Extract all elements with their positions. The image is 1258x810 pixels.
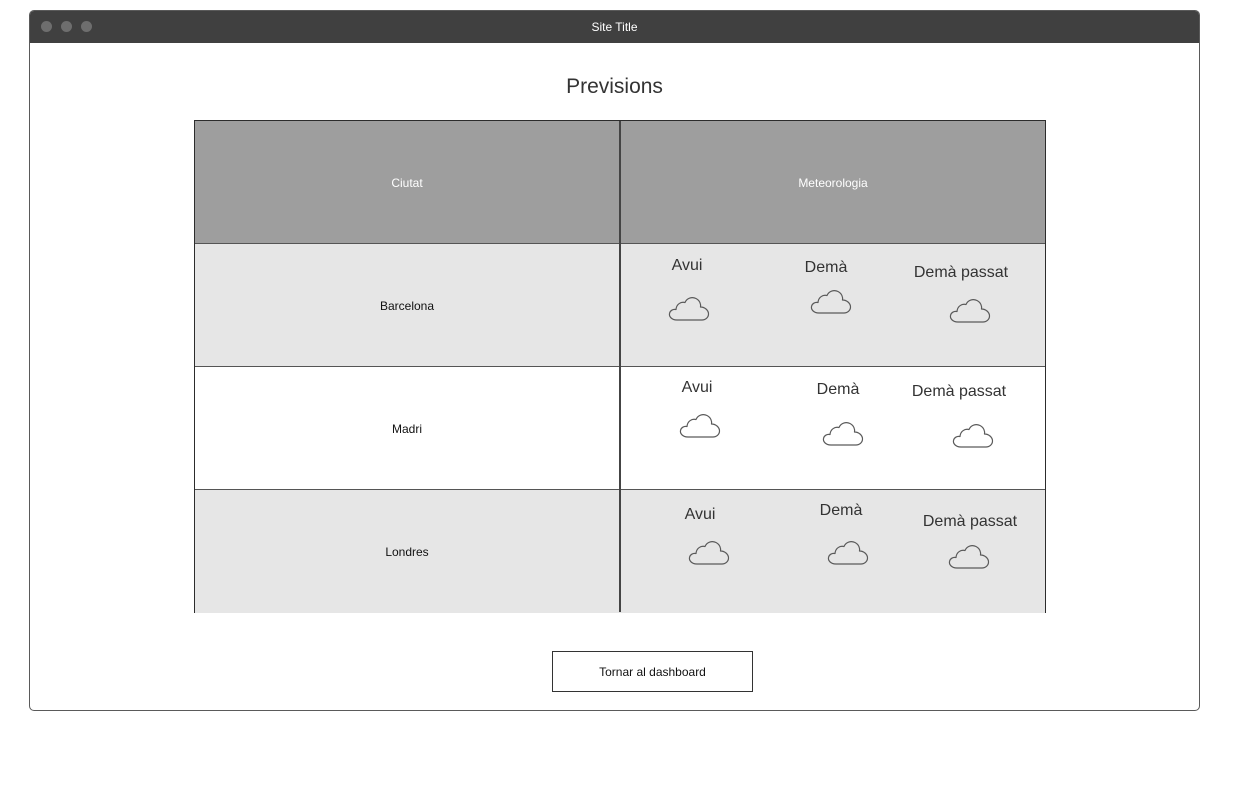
forecast-day: Demà passat bbox=[910, 513, 1030, 583]
cloud-icon bbox=[810, 288, 852, 316]
forecast-day: Demà bbox=[778, 381, 898, 451]
day-label: Avui bbox=[684, 506, 716, 523]
forecast-day: Avui bbox=[637, 379, 757, 449]
day-label: Avui bbox=[671, 257, 703, 274]
window-titlebar: Site Title bbox=[30, 11, 1199, 43]
forecast-day: Avui bbox=[640, 506, 760, 576]
day-label: Demà passat bbox=[922, 513, 1018, 530]
forecast-day: Demà bbox=[781, 502, 901, 572]
window-controls bbox=[41, 21, 92, 32]
cloud-icon bbox=[822, 420, 864, 448]
maximize-window-icon[interactable] bbox=[81, 21, 92, 32]
window-title: Site Title bbox=[591, 20, 638, 34]
minimize-window-icon[interactable] bbox=[61, 21, 72, 32]
forecast-table: Ciutat Meteorologia Barcelona Avui Demà … bbox=[194, 120, 1046, 613]
cloud-icon bbox=[949, 297, 991, 325]
forecast-day: Demà bbox=[766, 259, 886, 329]
header-city: Ciutat bbox=[391, 175, 423, 190]
header-weather: Meteorologia bbox=[798, 175, 868, 190]
day-label: Avui bbox=[681, 379, 713, 396]
forecast-day: Demà passat bbox=[901, 264, 1021, 334]
day-label: Demà passat bbox=[913, 264, 1009, 281]
cloud-icon bbox=[948, 543, 990, 571]
city-name: Londres bbox=[385, 544, 429, 559]
cloud-icon bbox=[679, 412, 721, 440]
forecast-day: Demà passat bbox=[899, 383, 1019, 453]
day-label: Demà bbox=[804, 259, 848, 276]
cloud-icon bbox=[688, 539, 730, 567]
day-label: Demà passat bbox=[911, 383, 1007, 400]
cloud-icon bbox=[827, 539, 869, 567]
city-name: Barcelona bbox=[379, 298, 435, 313]
day-label: Demà bbox=[819, 502, 863, 519]
forecast-day: Avui bbox=[627, 257, 747, 327]
cloud-icon bbox=[952, 422, 994, 450]
back-to-dashboard-button[interactable]: Tornar al dashboard bbox=[552, 651, 753, 692]
cloud-icon bbox=[668, 295, 710, 323]
page-title: Previsions bbox=[566, 75, 663, 98]
city-name: Madri bbox=[391, 421, 422, 436]
app-window: Site Title Previsions Ciutat Meteorologi… bbox=[29, 10, 1200, 711]
day-label: Demà bbox=[816, 381, 860, 398]
column-divider bbox=[619, 121, 621, 612]
close-window-icon[interactable] bbox=[41, 21, 52, 32]
